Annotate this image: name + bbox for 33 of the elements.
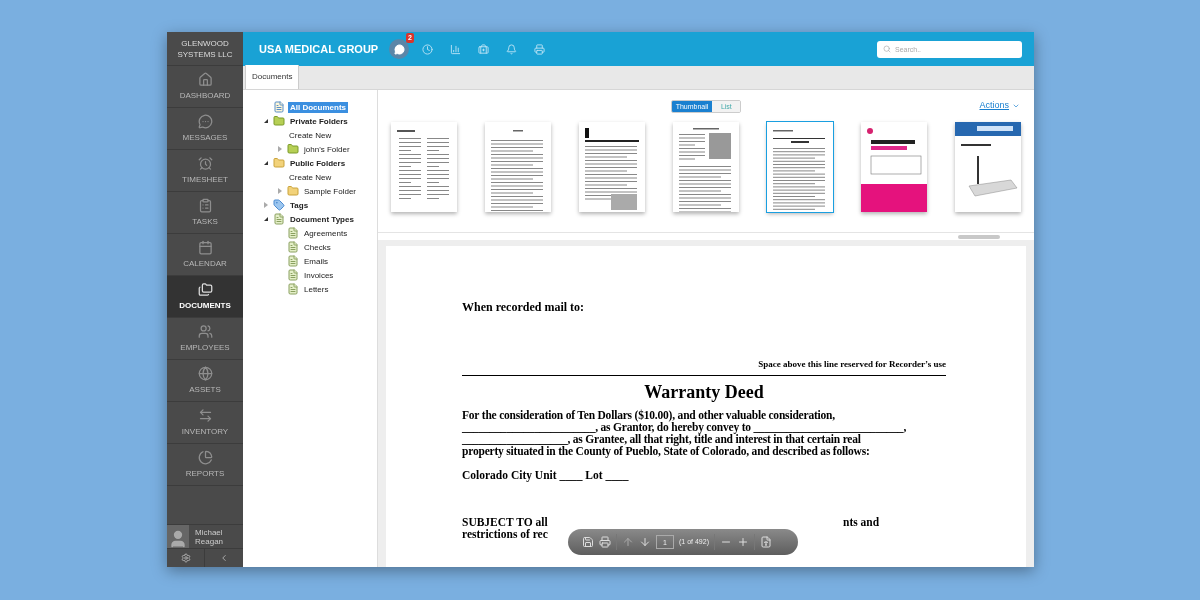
app-title: USA MEDICAL GROUP xyxy=(259,41,380,57)
document-text: Space above this line reserved for Recorder’s use xyxy=(757,358,946,371)
tree-item[interactable]: Sample Folder xyxy=(302,185,359,197)
tree-item[interactable]: Tags xyxy=(288,199,311,211)
company-name: GLENWOOD SYSTEMS LLC xyxy=(176,37,234,60)
tree-item[interactable]: Create New xyxy=(287,171,334,183)
nav-item[interactable]: REPORTS xyxy=(167,444,243,486)
document-text: SUBJECT TO all restrictions of rec xyxy=(462,515,549,540)
tree-item[interactable]: Create New xyxy=(287,129,334,141)
nav-item[interactable]: EMPLOYEES xyxy=(167,318,243,360)
tree-item[interactable]: Invoices xyxy=(302,269,336,281)
document-text: nts and xyxy=(843,515,880,528)
tree-item[interactable]: john's Folder xyxy=(302,143,352,155)
tab[interactable]: Documents xyxy=(245,65,300,89)
tree-item[interactable]: Public Folders xyxy=(288,157,348,169)
document-text: Colorado City Unit ____ Lot ____ xyxy=(462,468,629,481)
tree-item[interactable]: Agreements xyxy=(302,227,350,239)
tree-item[interactable]: Checks xyxy=(302,241,333,253)
tree-item[interactable]: Private Folders xyxy=(288,115,350,127)
nav-item[interactable]: TASKS xyxy=(167,192,243,234)
nav-item[interactable]: TIMESHEET xyxy=(167,150,243,192)
document-title: Warranty Deed xyxy=(644,380,764,403)
actions-link[interactable]: Actions xyxy=(979,99,1020,113)
tree-item[interactable]: Letters xyxy=(302,283,331,295)
tree-item[interactable]: Document Types xyxy=(288,213,356,225)
nav-item[interactable]: DOCUMENTS xyxy=(167,276,243,318)
user-name: Michael Reagan xyxy=(194,527,225,546)
nav-item[interactable]: ASSETS xyxy=(167,360,243,402)
document-text: When recorded mail to: xyxy=(462,301,585,314)
nav-item[interactable]: INVENTORY xyxy=(167,402,243,444)
nav-item[interactable]: MESSAGES xyxy=(167,108,243,150)
tree-item[interactable]: Emails xyxy=(302,255,330,267)
document-paragraph: For the consideration of Ten Dollars ($10.00), and other valuable consideration, ________________________, as Grantor, do hereby convey to ___________________________, ___________________, as Grantee, all that right, title and interest in that certain real property situated in the County of Pueblo, State of Colorado, and described as follows: xyxy=(462,408,907,457)
